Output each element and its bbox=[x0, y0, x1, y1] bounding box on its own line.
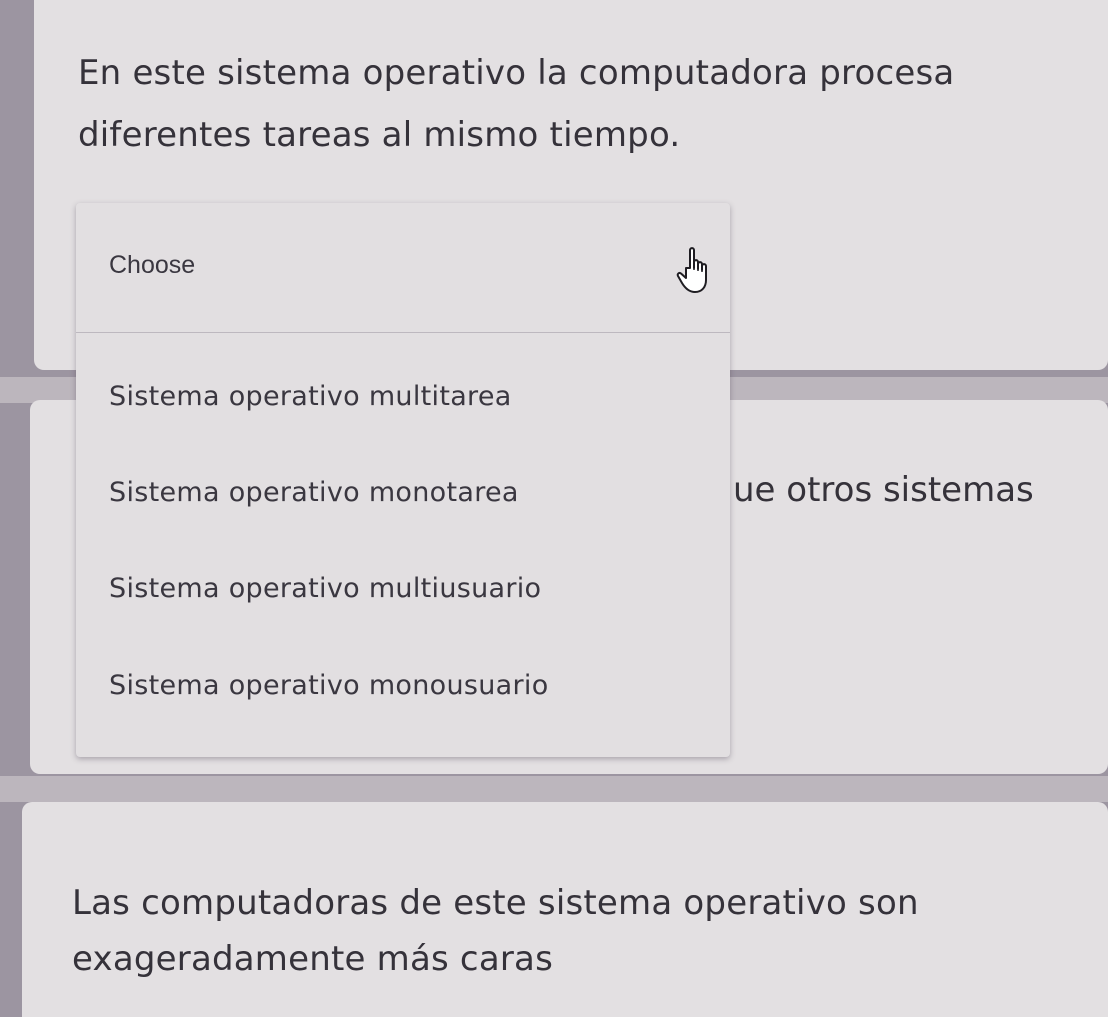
dropdown-option-monousuario[interactable]: Sistema operativo monousuario bbox=[109, 670, 549, 701]
question-3-line-2: exageradamente más caras bbox=[72, 939, 553, 979]
dropdown-placeholder: Choose bbox=[109, 251, 196, 279]
dropdown-option-monotarea[interactable]: Sistema operativo monotarea bbox=[109, 477, 519, 508]
question-3-line-1: Las computadoras de este sistema operati… bbox=[72, 883, 919, 923]
question-1-line-1: En este sistema operativo la computadora… bbox=[78, 53, 955, 93]
dropdown-select-header[interactable]: Choose bbox=[76, 203, 730, 333]
dropdown-option-multiusuario[interactable]: Sistema operativo multiusuario bbox=[109, 573, 541, 604]
question-1-line-2: diferentes tareas al mismo tiempo. bbox=[78, 115, 681, 155]
answer-dropdown[interactable]: Choose Sistema operativo multitarea Sist… bbox=[76, 203, 730, 757]
pointing-hand-cursor-icon bbox=[676, 247, 707, 293]
separator-strip bbox=[0, 776, 1108, 802]
question-2-visible-fragment: ue otros sistemas bbox=[733, 470, 1034, 510]
dropdown-option-multitarea[interactable]: Sistema operativo multitarea bbox=[109, 381, 512, 412]
